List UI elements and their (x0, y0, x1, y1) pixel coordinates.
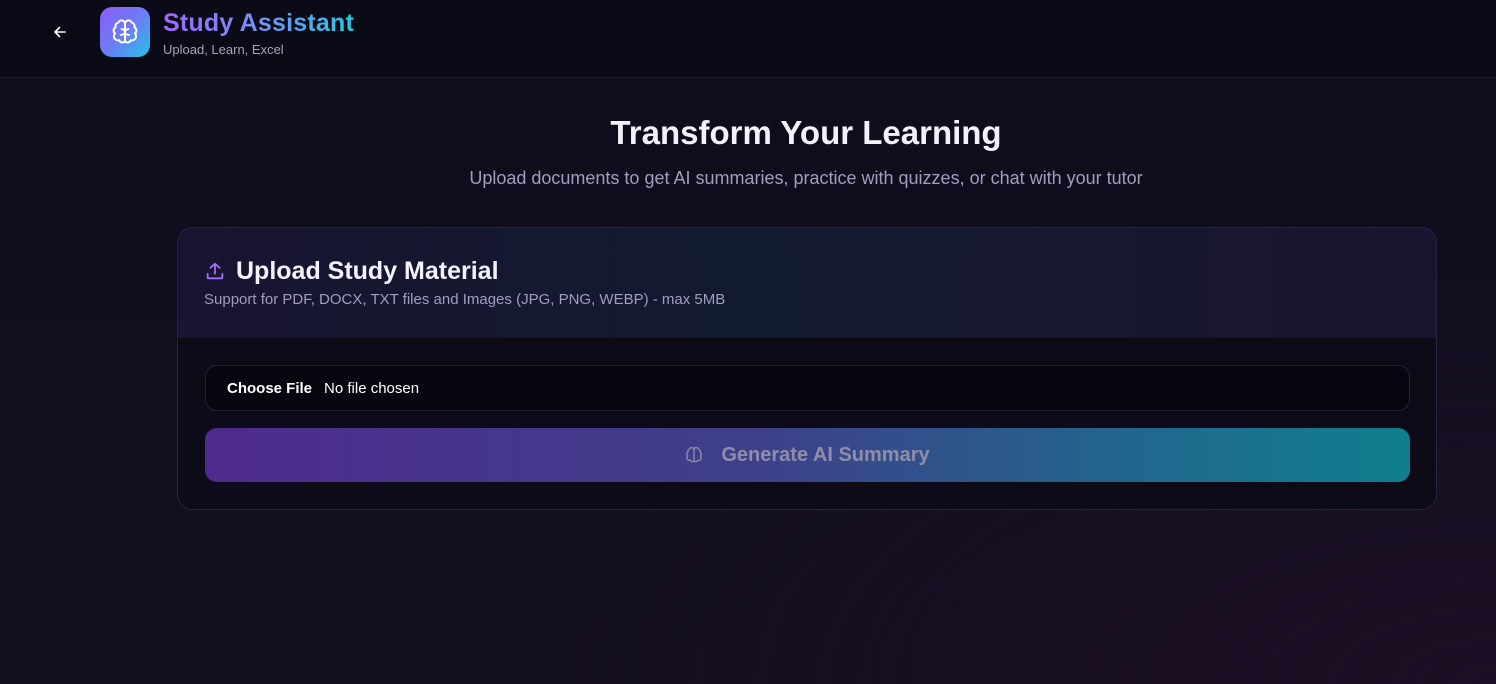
file-status: No file chosen (324, 379, 420, 397)
upload-card-title: Upload Study Material (236, 257, 499, 285)
upload-card: Upload Study Material Support for PDF, D… (177, 227, 1437, 510)
brain-icon (686, 446, 703, 463)
app-title: Study Assistant (163, 9, 355, 37)
arrow-left-icon (54, 26, 66, 38)
generate-summary-label: Generate AI Summary (721, 443, 930, 466)
back-button[interactable] (44, 16, 76, 48)
upload-card-header: Upload Study Material Support for PDF, D… (178, 228, 1436, 338)
file-input[interactable]: Choose File No file chosen (205, 365, 1410, 411)
hero-subtitle: Upload documents to get AI summaries, pr… (469, 168, 1143, 188)
app-subtitle: Upload, Learn, Excel (163, 42, 284, 57)
top-bar: Study Assistant Upload, Learn, Excel (0, 0, 1496, 78)
upload-icon (206, 262, 224, 280)
upload-card-description: Support for PDF, DOCX, TXT files and Ima… (204, 291, 726, 308)
card-title-row: Upload Study Material (204, 256, 499, 286)
generate-summary-button[interactable]: Generate AI Summary (205, 428, 1410, 482)
app-logo (100, 7, 150, 57)
brain-icon (112, 19, 138, 44)
hero-title: Transform Your Learning (610, 114, 1002, 151)
choose-file-button[interactable]: Choose File (227, 380, 312, 397)
